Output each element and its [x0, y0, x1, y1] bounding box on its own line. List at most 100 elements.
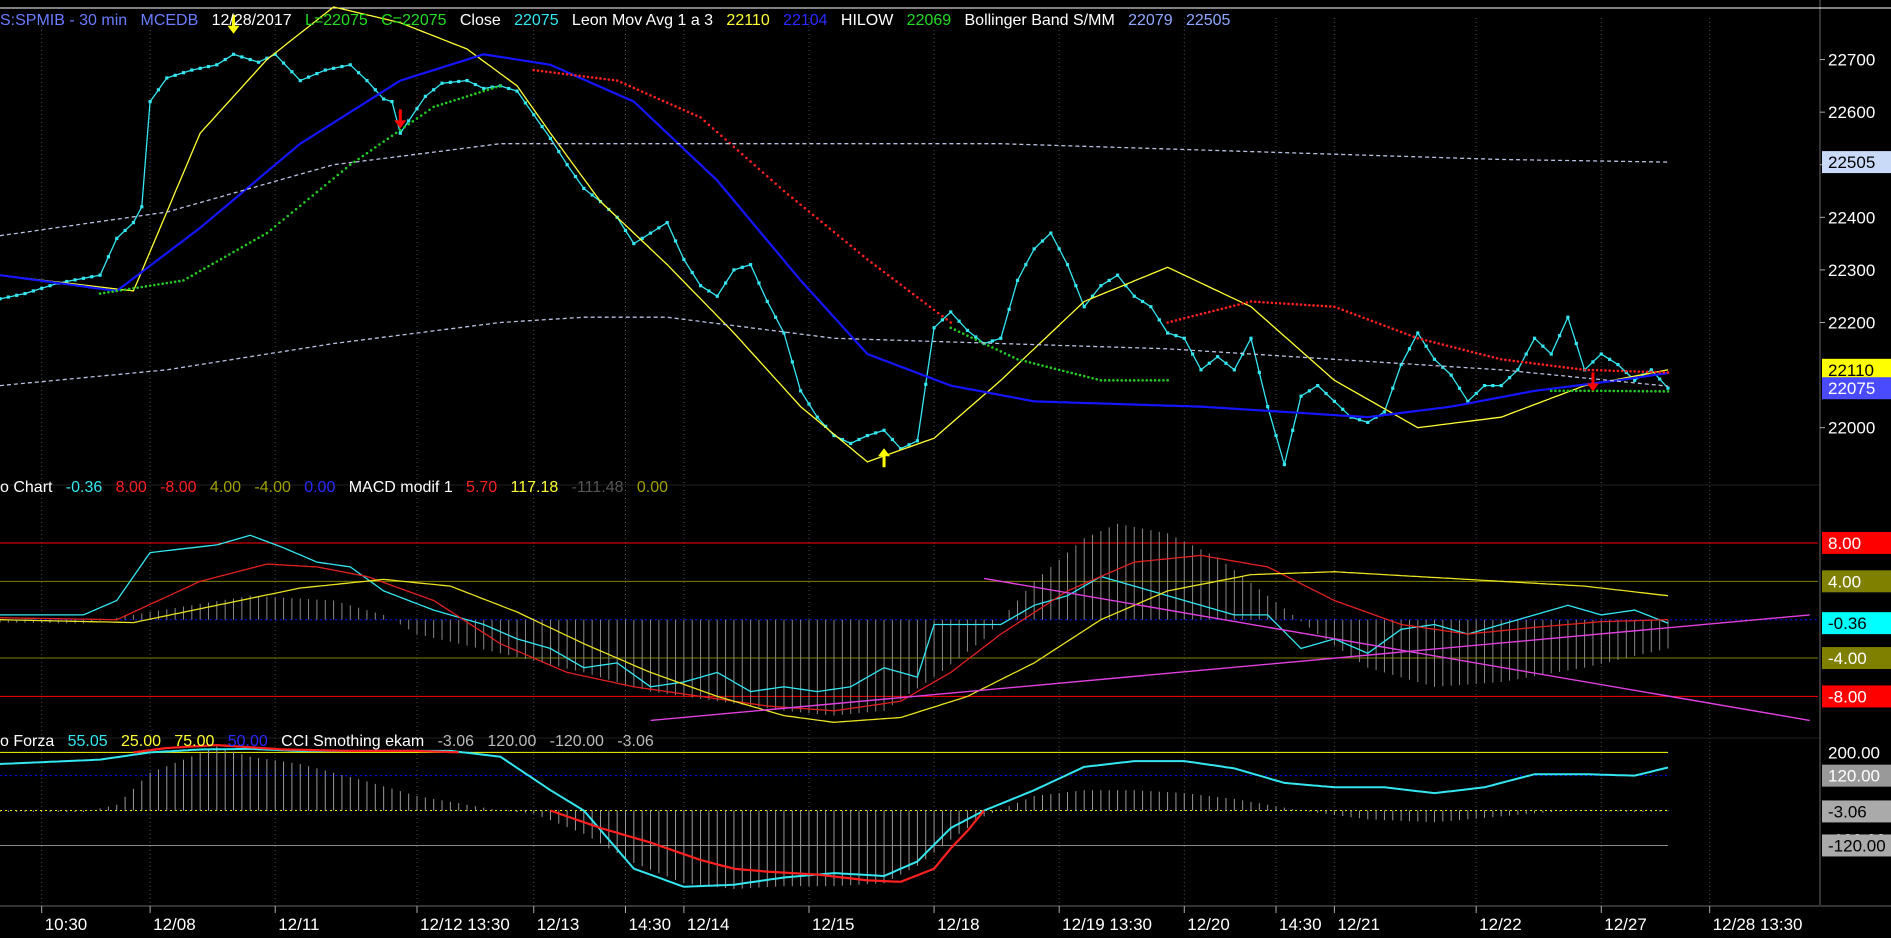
- hilow-dot: [1208, 310, 1211, 314]
- hilow-dot: [1049, 366, 1053, 370]
- hilow-dot: [599, 77, 602, 80]
- hilow-dot: [1224, 306, 1228, 310]
- hilow-dot: [770, 178, 773, 182]
- hilow-dot: [102, 291, 106, 295]
- hilow-dot: [841, 237, 844, 241]
- hilow-dot: [394, 131, 398, 135]
- hilow-dot: [645, 92, 648, 95]
- close-point: [974, 335, 978, 339]
- close-point: [306, 75, 311, 79]
- hilow-dot: [303, 201, 306, 204]
- hilow-dot: [465, 95, 469, 98]
- close-point: [1324, 391, 1328, 396]
- close-point: [281, 61, 286, 65]
- hilow-dot: [294, 207, 298, 211]
- hilow-dot: [1032, 362, 1036, 365]
- close-point: [1282, 462, 1286, 467]
- hilow-dot: [1145, 379, 1149, 382]
- hilow-dot: [1549, 364, 1553, 367]
- hilow-dot: [1562, 365, 1566, 369]
- hilow-dot: [1316, 304, 1320, 307]
- hilow-dot: [1599, 369, 1603, 372]
- close-point: [357, 71, 361, 75]
- close-point: [423, 94, 427, 98]
- hilow-dot: [720, 134, 723, 138]
- time-tick-label: 12/08: [153, 915, 196, 934]
- hilow-dot: [1178, 318, 1182, 321]
- hilow-dot: [1570, 366, 1574, 370]
- hilow-dot: [1362, 316, 1365, 320]
- hilow-dot: [353, 160, 356, 164]
- hilow-dot: [1253, 300, 1257, 304]
- macd-badge: -4.00: [1828, 649, 1867, 668]
- hilow-dot: [499, 84, 502, 88]
- hilow-dot: [378, 143, 381, 146]
- macd-header-item: 8.00: [102, 479, 147, 496]
- cci-header-item: 120.00: [474, 733, 536, 750]
- hilow-dot: [1024, 360, 1028, 363]
- hilow-dot: [478, 91, 481, 94]
- hilow-dot: [1137, 379, 1140, 382]
- close-point: [965, 328, 970, 332]
- hilow-dot: [428, 108, 431, 112]
- close-point: [1024, 263, 1028, 267]
- close-point: [1191, 352, 1195, 356]
- macd-header-item: 117.18: [497, 479, 558, 496]
- hilow-dot: [774, 182, 777, 185]
- hilow-dot: [453, 99, 456, 102]
- hilow-dot: [636, 88, 640, 92]
- hilow-dot: [611, 78, 615, 82]
- hilow-dot: [1650, 370, 1653, 374]
- hilow-dot: [152, 283, 156, 287]
- time-tick-label: 12/13: [537, 915, 580, 934]
- hilow-dot: [1658, 370, 1661, 374]
- hilow-dot: [1291, 302, 1294, 306]
- close-point: [1032, 247, 1036, 251]
- hilow-dot: [311, 194, 315, 197]
- hilow-dot: [686, 110, 690, 114]
- hilow-dot: [390, 134, 394, 138]
- hilow-dot: [269, 228, 273, 231]
- close-point: [206, 64, 211, 69]
- close-point: [882, 428, 886, 432]
- close-point: [1532, 336, 1537, 340]
- hilow-dot: [1345, 310, 1349, 313]
- hilow-dot: [382, 140, 385, 143]
- close-point: [1549, 352, 1553, 356]
- hilow-dot: [424, 111, 427, 114]
- hilow-dot: [215, 260, 219, 263]
- time-tick-label: 12/20: [1187, 915, 1230, 934]
- hilow-dot: [223, 255, 227, 259]
- hilow-dot: [1591, 368, 1595, 372]
- close-point: [1666, 386, 1670, 390]
- close-point: [1149, 305, 1153, 309]
- hilow-dot: [1045, 365, 1048, 368]
- hilow-dot: [490, 87, 494, 90]
- hilow-dot: [1445, 344, 1449, 347]
- hilow-dot: [307, 197, 310, 201]
- close-point: [1057, 247, 1061, 251]
- close-point: [1608, 357, 1612, 361]
- close-point: [774, 315, 778, 319]
- close-point: [1424, 344, 1428, 348]
- close-point: [732, 268, 736, 272]
- close-point: [915, 439, 919, 443]
- close-point: [1065, 263, 1070, 267]
- macd-badge: -0.36: [1828, 614, 1867, 633]
- cci-header-item: 25.00: [108, 733, 161, 750]
- hilow-dot: [1499, 358, 1503, 361]
- hilow-dot: [1066, 370, 1069, 374]
- close-point: [1566, 315, 1570, 319]
- hilow-dot: [161, 282, 164, 286]
- hilow-dot: [924, 302, 928, 305]
- close-point: [565, 163, 569, 167]
- hilow-dot: [1053, 367, 1057, 371]
- hilow-dot: [1570, 389, 1574, 393]
- close-point: [515, 89, 519, 93]
- close-point: [1182, 336, 1186, 340]
- hilow-dot: [286, 214, 290, 218]
- hilow-dot: [974, 338, 978, 341]
- hilow-dot: [186, 276, 189, 280]
- hilow-dot: [1095, 377, 1099, 381]
- hilow-dot: [949, 321, 953, 324]
